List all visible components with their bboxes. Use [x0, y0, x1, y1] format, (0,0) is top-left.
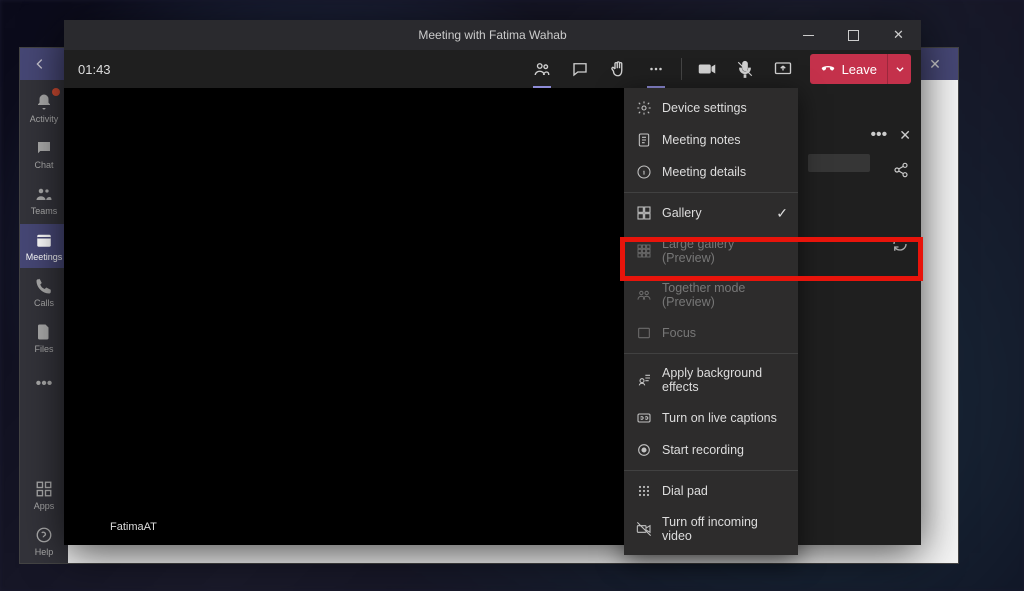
- sidebar-item-meetings[interactable]: Meetings: [20, 224, 68, 268]
- side-panel-header: ••• ✕: [870, 126, 911, 144]
- menu-meeting-details[interactable]: Meeting details: [624, 156, 798, 188]
- focus-icon: [636, 325, 652, 341]
- menu-turn-off-incoming-video[interactable]: Turn off incoming video: [624, 507, 798, 551]
- sidebar-item-calls[interactable]: Calls: [20, 270, 68, 314]
- participant-name-label: FatimaAT: [110, 521, 157, 533]
- menu-label: Apply background effects: [662, 366, 786, 394]
- panel-placeholder: [808, 154, 870, 172]
- sidebar-item-label: Activity: [30, 114, 59, 124]
- sidebar-item-help[interactable]: Help: [20, 519, 68, 563]
- sidebar-item-label: Calls: [34, 298, 54, 308]
- participants-button[interactable]: [523, 52, 561, 86]
- minimize-button[interactable]: [786, 20, 831, 50]
- sidebar-item-teams[interactable]: Teams: [20, 178, 68, 222]
- leave-chevron[interactable]: [887, 54, 911, 84]
- reconnect-icon[interactable]: [891, 235, 909, 256]
- effects-icon: [636, 372, 652, 388]
- meeting-toolbar: 01:43 Leave: [64, 50, 921, 88]
- file-icon: [34, 322, 54, 342]
- sidebar-item-label: Chat: [34, 160, 53, 170]
- close-button[interactable]: ✕: [876, 20, 921, 50]
- menu-separator: [624, 192, 798, 193]
- large-grid-icon: [636, 243, 652, 259]
- menu-large-gallery: Large gallery (Preview): [624, 229, 798, 273]
- menu-dial-pad[interactable]: Dial pad: [624, 475, 798, 507]
- menu-device-settings[interactable]: Device settings: [624, 92, 798, 124]
- menu-label: Device settings: [662, 101, 747, 115]
- menu-gallery[interactable]: Gallery ✓: [624, 197, 798, 229]
- panel-close-button[interactable]: ✕: [899, 127, 911, 144]
- info-icon: [636, 164, 652, 180]
- menu-label: Gallery: [662, 206, 702, 220]
- calendar-icon: [34, 230, 54, 250]
- leave-label: Leave: [842, 62, 877, 77]
- mic-button[interactable]: [726, 52, 764, 86]
- menu-label: Turn off incoming video: [662, 515, 786, 543]
- meeting-window-controls: ✕: [786, 20, 921, 50]
- toolbar-divider: [681, 58, 682, 80]
- ellipsis-icon: •••: [34, 374, 54, 394]
- menu-together-mode: Together mode (Preview): [624, 273, 798, 317]
- sidebar-item-chat[interactable]: Chat: [20, 132, 68, 176]
- side-panel: ••• ✕: [792, 88, 921, 545]
- sidebar-item-label: Apps: [34, 501, 55, 511]
- menu-separator: [624, 470, 798, 471]
- menu-live-captions[interactable]: Turn on live captions: [624, 402, 798, 434]
- video-off-icon: [636, 521, 652, 537]
- dialpad-icon: [636, 483, 652, 499]
- menu-focus: Focus: [624, 317, 798, 349]
- teams-sidebar: Activity Chat Teams Meetings Calls Files: [20, 80, 68, 563]
- grid-icon: [636, 205, 652, 221]
- sidebar-item-label: Teams: [31, 206, 58, 216]
- chat-icon: [34, 138, 54, 158]
- menu-label: Dial pad: [662, 484, 708, 498]
- raise-hand-button[interactable]: [599, 52, 637, 86]
- panel-more-button[interactable]: •••: [870, 126, 887, 144]
- meeting-timer: 01:43: [74, 62, 111, 77]
- help-icon: [34, 525, 54, 545]
- record-icon: [636, 442, 652, 458]
- menu-start-recording[interactable]: Start recording: [624, 434, 798, 466]
- sidebar-item-label: Meetings: [26, 252, 63, 262]
- sidebar-item-apps[interactable]: Apps: [20, 473, 68, 517]
- hangup-icon: [820, 60, 836, 79]
- sidebar-item-more[interactable]: •••: [20, 362, 68, 406]
- more-actions-button[interactable]: [637, 52, 675, 86]
- menu-meeting-notes[interactable]: Meeting notes: [624, 124, 798, 156]
- menu-label: Focus: [662, 326, 696, 340]
- menu-label: Large gallery (Preview): [662, 237, 786, 265]
- maximize-button[interactable]: [831, 20, 876, 50]
- menu-label: Meeting notes: [662, 133, 741, 147]
- meeting-controls: Leave: [523, 52, 911, 86]
- teams-icon: [34, 184, 54, 204]
- bell-icon: [34, 92, 54, 112]
- leave-button[interactable]: Leave: [810, 54, 911, 84]
- together-icon: [636, 287, 652, 303]
- sidebar-item-label: Files: [34, 344, 53, 354]
- sidebar-item-label: Help: [35, 547, 54, 557]
- panel-share-button[interactable]: [893, 162, 909, 183]
- more-actions-menu: Device settings Meeting notes Meeting de…: [624, 88, 798, 555]
- phone-icon: [34, 276, 54, 296]
- share-screen-button[interactable]: [764, 52, 802, 86]
- chat-button[interactable]: [561, 52, 599, 86]
- menu-label: Start recording: [662, 443, 744, 457]
- sidebar-item-files[interactable]: Files: [20, 316, 68, 360]
- notes-icon: [636, 132, 652, 148]
- menu-background-effects[interactable]: Apply background effects: [624, 358, 798, 402]
- notification-badge: [52, 88, 60, 96]
- gear-icon: [636, 100, 652, 116]
- apps-icon: [34, 479, 54, 499]
- meeting-title: Meeting with Fatima Wahab: [418, 28, 566, 42]
- camera-button[interactable]: [688, 52, 726, 86]
- check-icon: ✓: [776, 205, 788, 222]
- menu-separator: [624, 353, 798, 354]
- menu-label: Turn on live captions: [662, 411, 777, 425]
- menu-label: Together mode (Preview): [662, 281, 786, 309]
- captions-icon: [636, 410, 652, 426]
- meeting-titlebar: Meeting with Fatima Wahab ✕: [64, 20, 921, 50]
- menu-label: Meeting details: [662, 165, 746, 179]
- nav-back-button[interactable]: [28, 52, 52, 76]
- sidebar-item-activity[interactable]: Activity: [20, 86, 68, 130]
